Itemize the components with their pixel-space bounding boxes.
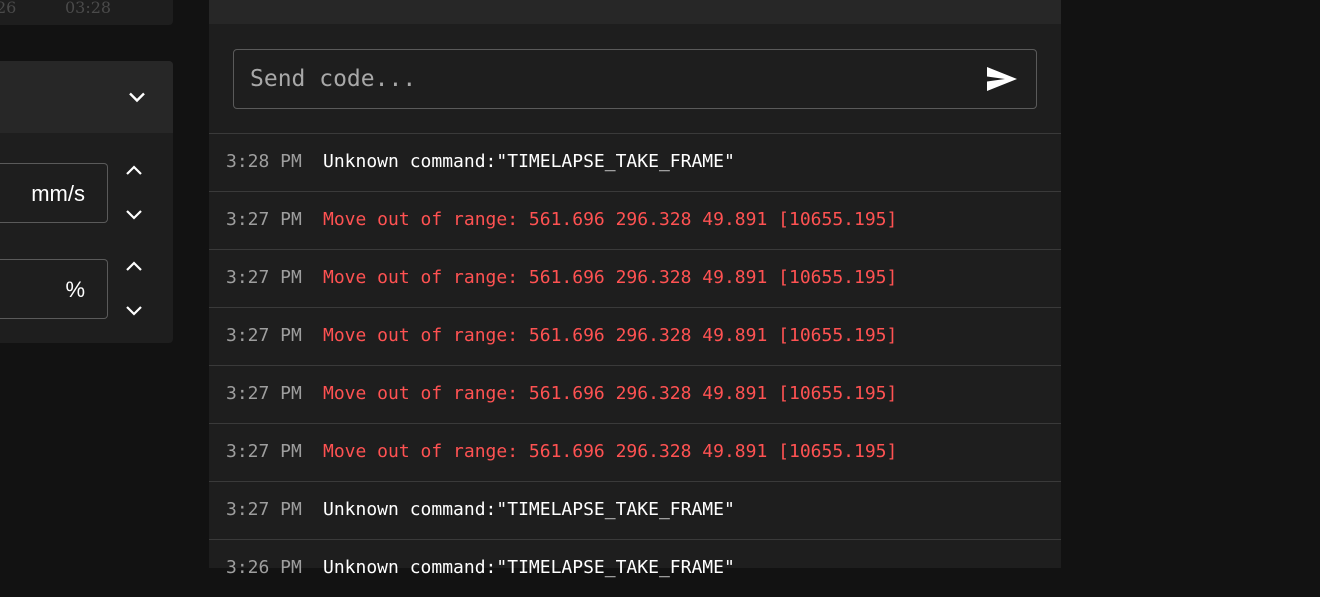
log-entry-message: Move out of range: 561.696 296.328 49.89… <box>323 325 898 346</box>
log-entry-message: Move out of range: 561.696 296.328 49.89… <box>323 267 898 288</box>
percent-decrement-chevron-down-icon[interactable] <box>122 298 146 322</box>
log-entry: 3:27 PM Move out of range: 561.696 296.32… <box>209 365 1061 423</box>
console-log: 3:28 PM Unknown command:"TIMELAPSE_TAKE_F… <box>209 133 1061 597</box>
settings-panel: mm/s % <box>0 61 173 343</box>
console-header: · · · · · · <box>209 0 1061 24</box>
velocity-unit: mm/s <box>31 181 85 206</box>
command-input-box[interactable] <box>233 49 1037 109</box>
percent-increment-chevron-up-icon[interactable] <box>122 255 146 279</box>
command-input[interactable] <box>250 50 980 108</box>
velocity-increment-chevron-up-icon[interactable] <box>122 159 146 183</box>
velocity-decrement-chevron-down-icon[interactable] <box>122 202 146 226</box>
console-panel: · · · · · · 3:28 PM Unknown command:"TIME… <box>209 0 1061 578</box>
log-entry-message: Move out of range: 561.696 296.328 49.89… <box>323 383 898 404</box>
log-entry-message: Unknown command:"TIMELAPSE_TAKE_FRAME" <box>323 151 735 172</box>
log-entry-time: 3:27 PM <box>226 209 302 230</box>
percent-unit: % <box>65 277 85 302</box>
percent-field[interactable]: % <box>0 259 108 319</box>
log-entry: 3:26 PM Unknown command:"TIMELAPSE_TAKE_F… <box>209 539 1061 597</box>
velocity-field[interactable]: mm/s <box>0 163 108 223</box>
time-card-value-left: 26 <box>0 0 17 17</box>
time-card-value-right: 03:28 <box>65 0 112 17</box>
console-header-cutoff: · · · · · · <box>257 0 411 10</box>
send-icon[interactable] <box>985 64 1019 94</box>
log-entry: 3:27 PM Move out of range: 561.696 296.32… <box>209 307 1061 365</box>
log-entry-time: 3:28 PM <box>226 151 302 172</box>
log-entry-message: Unknown command:"TIMELAPSE_TAKE_FRAME" <box>323 499 735 520</box>
log-entry-message: Move out of range: 561.696 296.328 49.89… <box>323 441 898 462</box>
log-entry: 3:27 PM Move out of range: 561.696 296.32… <box>209 191 1061 249</box>
log-entry: 3:28 PM Unknown command:"TIMELAPSE_TAKE_F… <box>209 133 1061 191</box>
left-column: 26 03:28 mm/s % <box>0 0 173 568</box>
chevron-down-icon[interactable] <box>125 85 149 109</box>
log-entry-time: 3:27 PM <box>226 325 302 346</box>
log-entry-message: Move out of range: 561.696 296.328 49.89… <box>323 209 898 230</box>
log-entry-time: 3:27 PM <box>226 267 302 288</box>
log-entry: 3:27 PM Unknown command:"TIMELAPSE_TAKE_F… <box>209 481 1061 539</box>
log-entry-time: 3:27 PM <box>226 383 302 404</box>
panel-header[interactable] <box>0 61 173 133</box>
log-entry-time: 3:27 PM <box>226 441 302 462</box>
log-entry: 3:27 PM Move out of range: 561.696 296.32… <box>209 423 1061 481</box>
time-card: 26 03:28 <box>0 0 173 25</box>
log-entry: 3:27 PM Move out of range: 561.696 296.32… <box>209 249 1061 307</box>
log-entry-time: 3:27 PM <box>226 499 302 520</box>
